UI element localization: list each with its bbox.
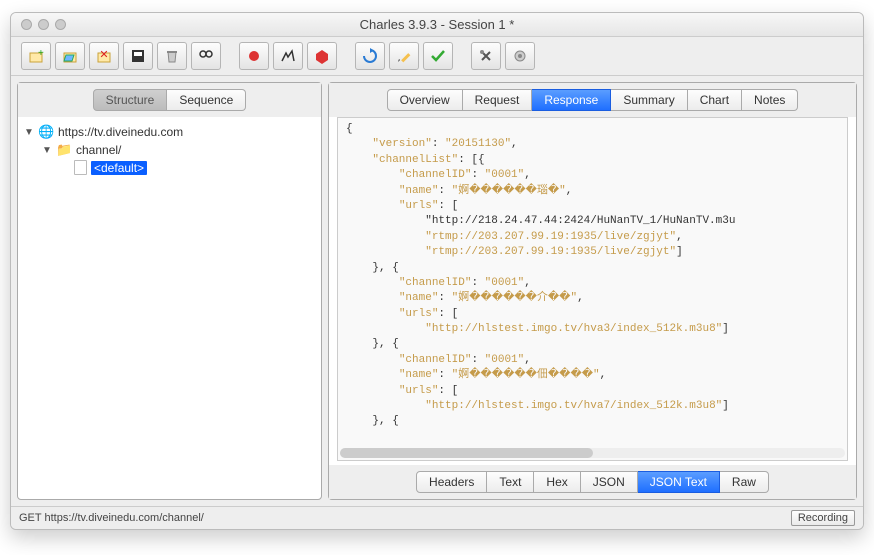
json-line: "urls": [	[346, 384, 839, 399]
bottom-tabs: HeadersTextHexJSONJSON TextRaw	[329, 465, 856, 499]
folder-icon: 📁	[56, 142, 72, 158]
status-bar: GET https://tv.diveinedu.com/channel/ Re…	[11, 506, 863, 529]
json-line: "name": "婀������介��",	[346, 291, 839, 306]
settings-button[interactable]	[505, 42, 535, 70]
tab-request[interactable]: Request	[463, 89, 533, 111]
horizontal-scrollbar[interactable]	[340, 448, 845, 458]
minimize-icon[interactable]	[38, 19, 49, 30]
json-line: "http://hlstest.imgo.tv/hva3/index_512k.…	[346, 322, 839, 337]
subtab-json[interactable]: JSON	[581, 471, 638, 493]
tab-overview[interactable]: Overview	[387, 89, 463, 111]
tree-request[interactable]: <default>	[24, 159, 315, 176]
tree-host[interactable]: ▼ 🌐 https://tv.diveinedu.com	[24, 123, 315, 141]
tab-structure[interactable]: Structure	[93, 89, 168, 111]
json-line: "http://hlstest.imgo.tv/hva7/index_512k.…	[346, 399, 839, 414]
svg-text:✕: ✕	[99, 49, 108, 61]
toolbar: + ✕	[11, 37, 863, 76]
window-title: Charles 3.9.3 - Session 1 *	[360, 17, 515, 32]
tab-chart[interactable]: Chart	[688, 89, 742, 111]
tree-host-label: https://tv.diveinedu.com	[58, 125, 183, 139]
json-line: {	[346, 122, 839, 137]
json-line: "http://218.24.47.44:2424/HuNanTV_1/HuNa…	[346, 214, 839, 229]
zoom-icon[interactable]	[55, 19, 66, 30]
globe-icon: 🌐	[38, 124, 54, 140]
validate-button[interactable]	[423, 42, 453, 70]
tab-sequence[interactable]: Sequence	[167, 89, 246, 111]
svg-text:+: +	[38, 48, 44, 59]
disclosure-icon[interactable]: ▼	[42, 145, 52, 156]
json-line: "urls": [	[346, 307, 839, 322]
response-body[interactable]: { "version": "20151130", "channelList": …	[337, 117, 848, 461]
subtab-raw[interactable]: Raw	[720, 471, 769, 493]
subtab-headers[interactable]: Headers	[416, 471, 487, 493]
repeat-button[interactable]	[355, 42, 385, 70]
json-line: "name": "婀������瑙�",	[346, 184, 839, 199]
structure-panel: Structure Sequence ▼ 🌐 https://tv.divein…	[17, 82, 322, 500]
json-line: }, {	[346, 414, 839, 429]
find-button[interactable]	[191, 42, 221, 70]
json-line: }, {	[346, 261, 839, 276]
close-icon[interactable]	[21, 19, 32, 30]
breakpoints-button[interactable]	[307, 42, 337, 70]
session-tree[interactable]: ▼ 🌐 https://tv.diveinedu.com ▼ 📁 channel…	[18, 117, 321, 499]
tab-response[interactable]: Response	[532, 89, 611, 111]
close-session-button[interactable]: ✕	[89, 42, 119, 70]
tools-button[interactable]	[471, 42, 501, 70]
clear-button[interactable]	[157, 42, 187, 70]
record-button[interactable]	[239, 42, 269, 70]
recording-indicator[interactable]: Recording	[791, 510, 855, 526]
titlebar: Charles 3.9.3 - Session 1 *	[11, 13, 863, 37]
open-button[interactable]	[55, 42, 85, 70]
app-window: Charles 3.9.3 - Session 1 * + ✕	[10, 12, 864, 530]
window-controls	[21, 19, 66, 30]
json-line: "version": "20151130",	[346, 137, 839, 152]
json-line: "urls": [	[346, 199, 839, 214]
json-line: "channelID": "0001",	[346, 168, 839, 183]
json-line: "channelID": "0001",	[346, 353, 839, 368]
add-button[interactable]: +	[21, 42, 51, 70]
file-icon	[74, 160, 87, 175]
json-line: "rtmp://203.207.99.19:1935/live/zgjyt"]	[346, 245, 839, 260]
right-tabs: OverviewRequestResponseSummaryChartNotes	[329, 83, 856, 117]
json-line: }, {	[346, 337, 839, 352]
tree-path-label: channel/	[76, 143, 121, 157]
tab-notes[interactable]: Notes	[742, 89, 798, 111]
subtab-text[interactable]: Text	[487, 471, 534, 493]
left-tabs: Structure Sequence	[18, 83, 321, 117]
tab-summary[interactable]: Summary	[611, 89, 687, 111]
status-text: GET https://tv.diveinedu.com/channel/	[19, 512, 204, 524]
disclosure-icon[interactable]: ▼	[24, 127, 34, 138]
subtab-json-text[interactable]: JSON Text	[638, 471, 720, 493]
json-line: "name": "婀������佃����",	[346, 368, 839, 383]
tree-path[interactable]: ▼ 📁 channel/	[24, 141, 315, 159]
subtab-hex[interactable]: Hex	[534, 471, 580, 493]
throttle-button[interactable]	[273, 42, 303, 70]
detail-panel: OverviewRequestResponseSummaryChartNotes…	[328, 82, 857, 500]
json-line: "rtmp://203.207.99.19:1935/live/zgjyt",	[346, 230, 839, 245]
save-button[interactable]	[123, 42, 153, 70]
edit-button[interactable]	[389, 42, 419, 70]
json-line: "channelID": "0001",	[346, 276, 839, 291]
json-line: "channelList": [{	[346, 153, 839, 168]
tree-request-label: <default>	[91, 161, 147, 175]
